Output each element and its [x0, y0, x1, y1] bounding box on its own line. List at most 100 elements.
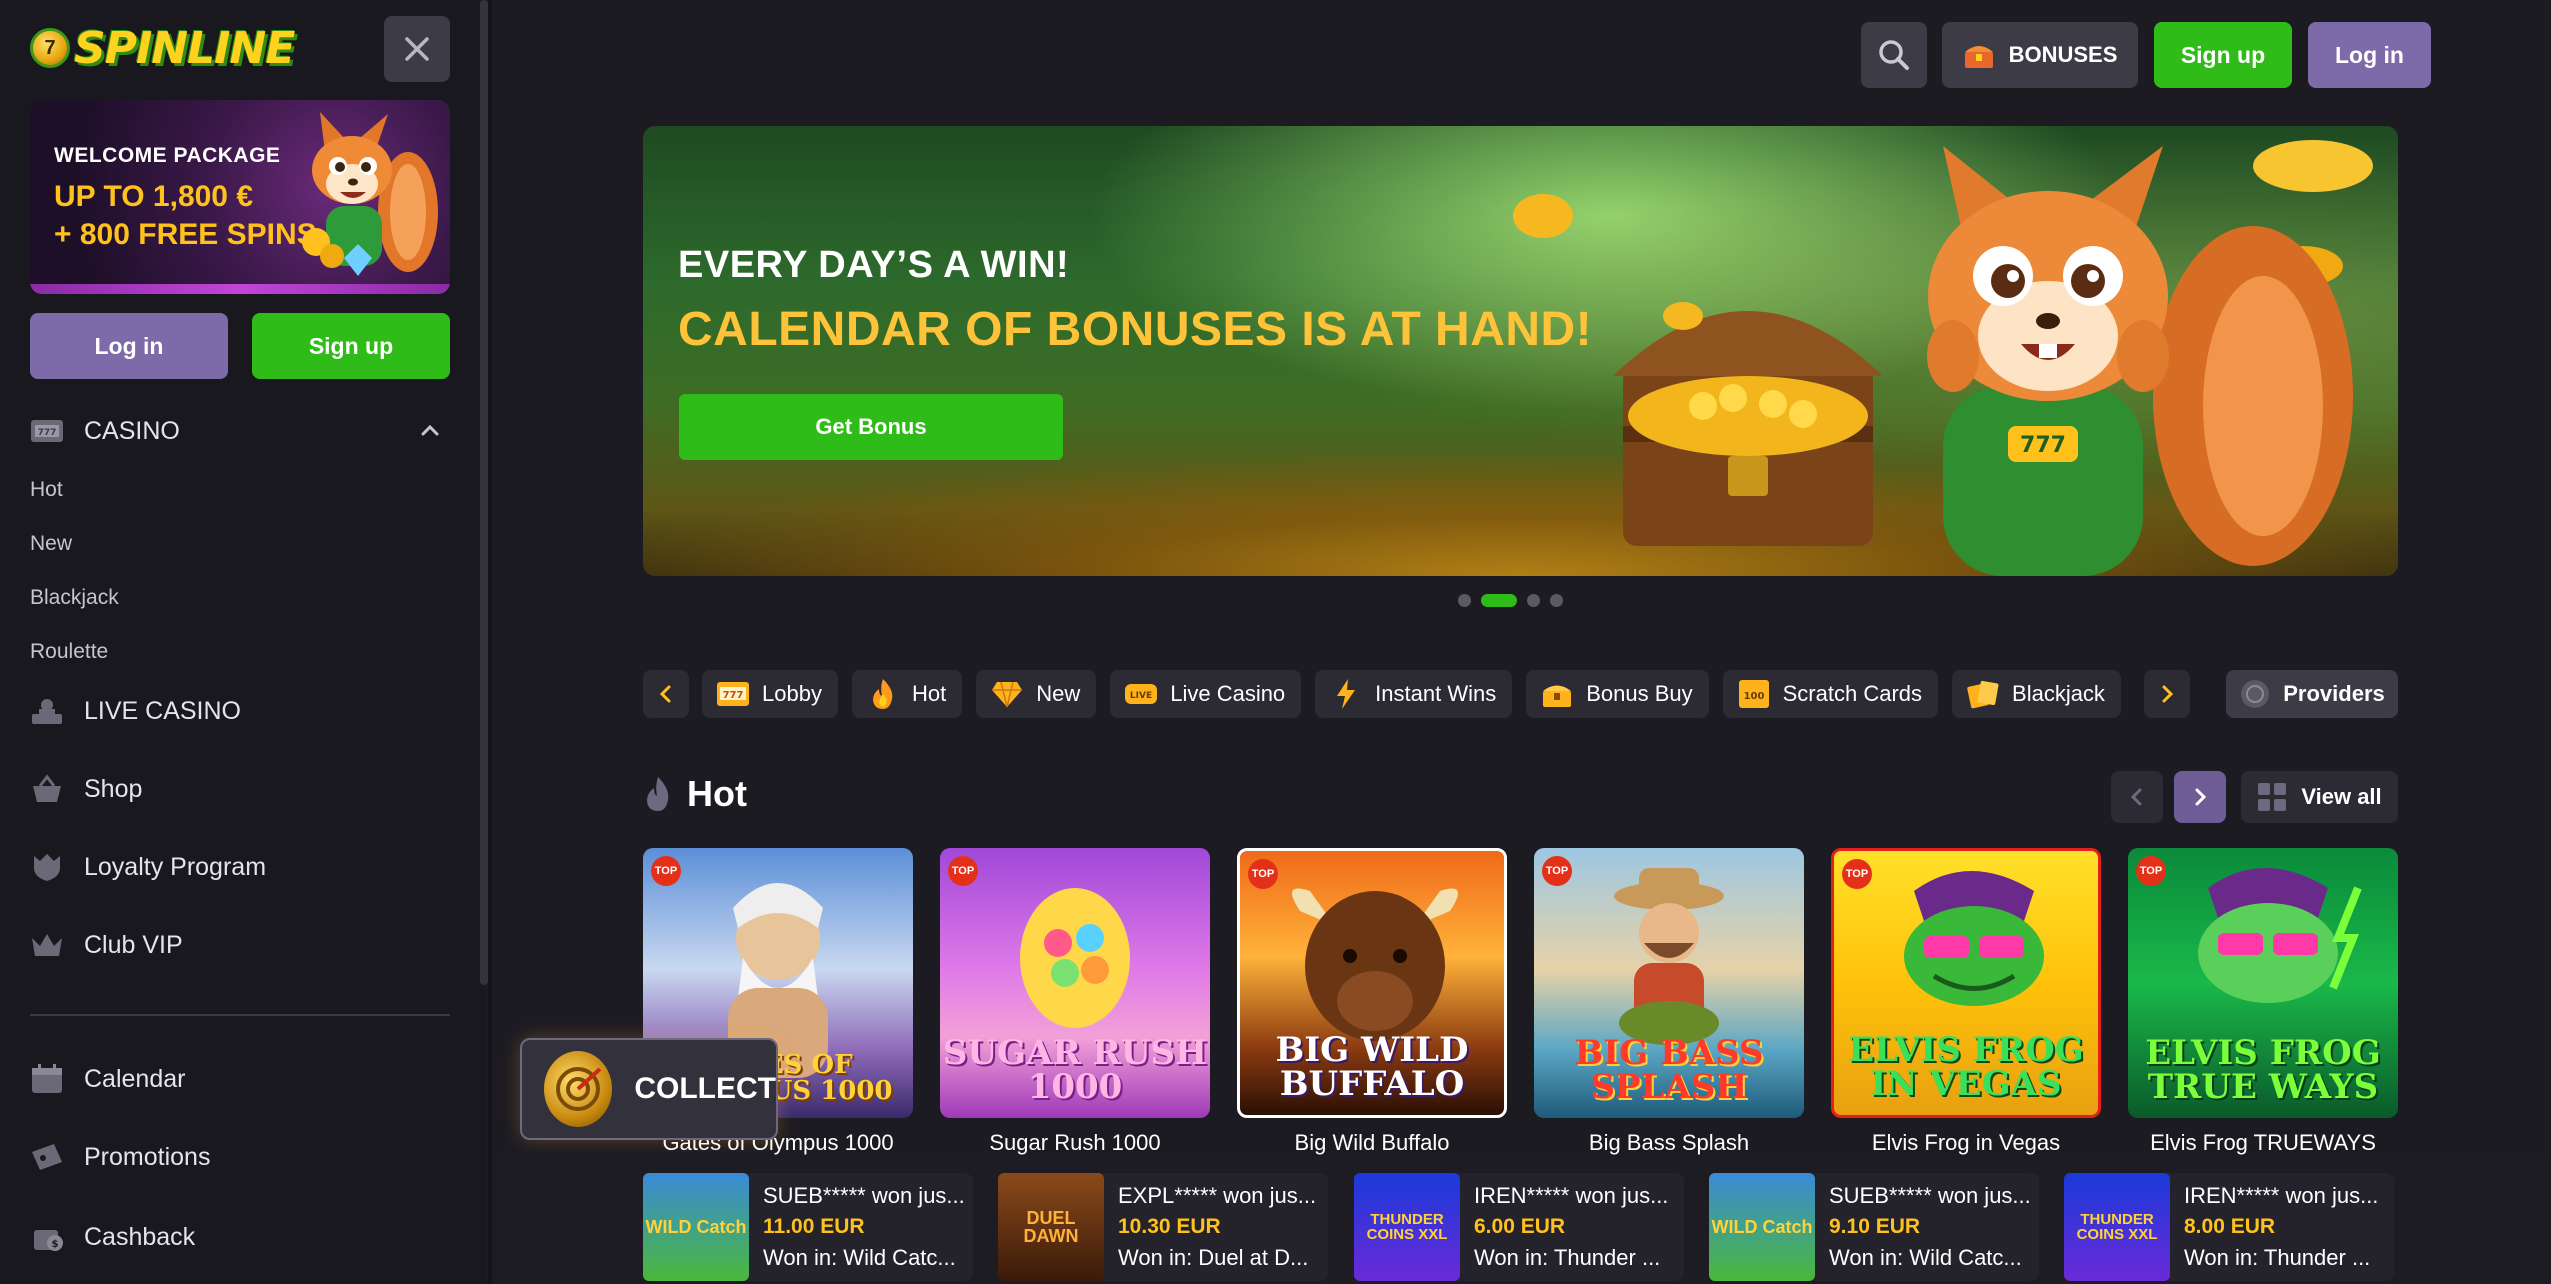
tab-new[interactable]: New — [976, 670, 1097, 718]
sidebar-item-cashback[interactable]: $ Cashback — [30, 1222, 195, 1252]
providers-label: Providers — [2283, 681, 2385, 706]
category-tabs: 777 Lobby Hot New LIVE Live Casino Insta… — [702, 670, 2142, 718]
categories-next-button[interactable] — [2144, 670, 2190, 718]
chevron-up-icon[interactable] — [418, 418, 442, 442]
game-logo: ELVIS FROG TRUE WAYS — [2145, 1033, 2381, 1107]
sidebar-subitem-hot[interactable]: Hot — [30, 478, 63, 502]
sidebar-item-label: Cashback — [84, 1222, 196, 1251]
winner-game: Won in: Wild Catc... — [1829, 1245, 2022, 1270]
sidebar-item-label: Shop — [84, 774, 143, 803]
tab-label: Hot — [911, 681, 947, 706]
view-all-label: View all — [2301, 784, 2382, 809]
winner-item[interactable]: WILD Catch SUEB***** won jus... 9.10 EUR… — [1709, 1173, 2039, 1281]
calendar-icon — [30, 1064, 64, 1094]
game-logo: SUGAR RUSH 1000 — [942, 1033, 1208, 1107]
sidebar-subitem-roulette[interactable]: Roulette — [30, 640, 108, 664]
bonuses-button[interactable]: BONUSES — [1942, 22, 2138, 88]
tab-label: New — [1036, 681, 1081, 706]
chest-icon — [1540, 677, 1574, 711]
sidebar-item-label: Promotions — [84, 1142, 211, 1171]
winner-user: EXPL***** won jus... — [1118, 1183, 1317, 1208]
winner-item[interactable]: WILD Catch SUEB***** won jus... 11.00 EU… — [643, 1173, 973, 1281]
collect-widget[interactable]: COLLECT — [520, 1038, 778, 1140]
carousel-dot[interactable] — [1458, 594, 1471, 607]
sidebar-item-promotions[interactable]: Promotions — [30, 1142, 210, 1172]
header-login-button[interactable]: Log in — [2308, 22, 2431, 88]
carousel-dot[interactable] — [1527, 594, 1540, 607]
game-card-sugar-rush-1000[interactable]: TOP SUGAR RUSH 1000 — [940, 848, 1210, 1118]
hot-next-button[interactable] — [2174, 771, 2226, 823]
sidebar-signup-button[interactable]: Sign up — [252, 313, 450, 379]
sidebar-subitem-new[interactable]: New — [30, 532, 72, 556]
game-card-elvis-frog-trueways[interactable]: TOP ELVIS FROG TRUE WAYS — [2128, 848, 2398, 1118]
sidebar-item-casino[interactable]: 777 CASINO — [30, 416, 180, 446]
winner-item[interactable]: THUNDER COINS XXL IREN***** won jus... 8… — [2064, 1173, 2394, 1281]
ticket-icon — [30, 1142, 64, 1172]
tab-hot[interactable]: Hot — [851, 670, 963, 718]
banner-title-1: EVERY DAY’S A WIN! — [678, 244, 1070, 286]
tab-bonus-buy[interactable]: Bonus Buy — [1526, 670, 1709, 718]
sidebar-item-label: Club VIP — [84, 930, 183, 959]
view-all-button[interactable]: View all — [2241, 771, 2398, 823]
categories-prev-button[interactable] — [643, 670, 689, 718]
game-title[interactable]: Sugar Rush 1000 — [940, 1130, 1210, 1156]
game-card-big-wild-buffalo[interactable]: TOP BIG WILD BUFFALO — [1237, 848, 1507, 1118]
chevron-right-icon — [2162, 685, 2174, 703]
carousel-dots — [1458, 594, 1563, 607]
game-title[interactable]: Big Wild Buffalo — [1237, 1130, 1507, 1156]
carousel-dot[interactable] — [1550, 594, 1563, 607]
winner-user: IREN***** won jus... — [2184, 1183, 2379, 1208]
sidebar-divider — [30, 1014, 450, 1016]
tab-blackjack[interactable]: Blackjack — [1952, 670, 2121, 718]
sidebar-item-label: LIVE CASINO — [84, 696, 241, 725]
winner-amount: 9.10 EUR — [1829, 1215, 1921, 1238]
tab-label: Instant Wins — [1375, 681, 1497, 706]
diamond-icon — [990, 677, 1024, 711]
tab-live-casino[interactable]: LIVE Live Casino — [1110, 670, 1302, 718]
get-bonus-button[interactable]: Get Bonus — [679, 394, 1063, 460]
game-logo: BIG BASS SPLASH — [1574, 1033, 1764, 1107]
sidebar-item-live-casino[interactable]: LIVE CASINO — [30, 696, 241, 726]
top-badge: TOP — [651, 856, 681, 886]
winner-item[interactable]: THUNDER COINS XXL IREN***** won jus... 6… — [1354, 1173, 1684, 1281]
hero-banner[interactable]: 777 EVERY DAY’S A WIN! CALENDAR OF BONUS… — [643, 126, 2398, 576]
tab-scratch-cards[interactable]: 100 Scratch Cards — [1722, 670, 1939, 718]
sidebar-item-club-vip[interactable]: Club VIP — [30, 930, 183, 960]
winner-game-thumb: WILD Catch — [643, 1173, 749, 1281]
header-signup-button[interactable]: Sign up — [2154, 22, 2292, 88]
lightning-icon — [1329, 677, 1363, 711]
bonuses-label: BONUSES — [2008, 42, 2118, 67]
game-logo: ELVIS FROG IN VEGAS — [1848, 1030, 2084, 1104]
providers-button[interactable]: Providers — [2226, 670, 2398, 718]
sidebar-subitem-blackjack[interactable]: Blackjack — [30, 586, 119, 610]
winner-item[interactable]: DUEL DAWN EXPL***** won jus... 10.30 EUR… — [998, 1173, 1328, 1281]
winner-amount: 10.30 EUR — [1118, 1215, 1221, 1238]
logo-text: SPINLINE — [74, 22, 295, 74]
search-button[interactable] — [1861, 22, 1927, 88]
scratch-card-icon: 100 — [1737, 677, 1771, 711]
sidebar-item-loyalty-program[interactable]: Loyalty Program — [30, 852, 266, 882]
sidebar-item-shop[interactable]: Shop — [30, 774, 142, 804]
chest-icon — [1964, 46, 1993, 68]
sidebar-item-calendar[interactable]: Calendar — [30, 1064, 185, 1094]
hot-prev-button[interactable] — [2111, 771, 2163, 823]
game-title[interactable]: Elvis Frog TRUEWAYS — [2128, 1130, 2398, 1156]
sidebar-scrollbar[interactable] — [480, 0, 488, 985]
welcome-package-banner[interactable]: WELCOME PACKAGE UP TO 1,800 € + 800 FREE… — [30, 100, 450, 294]
sidebar-login-button[interactable]: Log in — [30, 313, 228, 379]
spinline-logo[interactable]: 7 SPINLINE — [30, 16, 295, 80]
game-title[interactable]: Big Bass Splash — [1534, 1130, 1804, 1156]
winner-game: Won in: Wild Catc... — [763, 1245, 956, 1270]
close-sidebar-button[interactable] — [384, 16, 450, 82]
sidebar-item-label: CASINO — [84, 416, 180, 445]
game-title[interactable]: Elvis Frog in Vegas — [1831, 1130, 2101, 1156]
grid-icon — [2258, 783, 2287, 811]
tab-lobby[interactable]: 777 Lobby — [702, 670, 838, 718]
carousel-dot-active[interactable] — [1481, 594, 1517, 607]
chevron-left-icon — [2130, 788, 2142, 806]
tab-instant-wins[interactable]: Instant Wins — [1315, 670, 1513, 718]
slot-machine-icon: 777 — [30, 416, 64, 446]
section-title-hot: Hot — [643, 773, 747, 815]
game-card-elvis-frog-in-vegas[interactable]: TOP ELVIS FROG IN VEGAS — [1831, 848, 2101, 1118]
game-card-big-bass-splash[interactable]: TOP BIG BASS SPLASH — [1534, 848, 1804, 1118]
